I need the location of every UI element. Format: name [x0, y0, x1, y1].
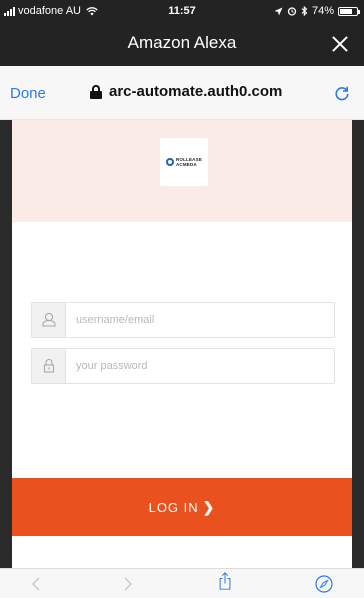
password-icon-cell [32, 349, 66, 383]
safari-compass-icon[interactable] [315, 575, 333, 593]
password-input[interactable] [76, 349, 326, 383]
forward-icon[interactable] [118, 575, 136, 593]
status-bar: vodafone AU 11:57 74% [0, 0, 364, 22]
logo-text: ROLLEASE ACMEDA [176, 157, 202, 167]
done-button[interactable]: Done [10, 85, 46, 102]
username-input[interactable] [76, 303, 326, 337]
login-button-label: LOG IN [148, 499, 199, 515]
share-icon[interactable] [216, 572, 234, 590]
user-icon [42, 312, 56, 327]
web-content: ROLLEASE ACMEDA username/email LOG IN ❯ [12, 120, 352, 568]
address-bar[interactable]: arc-automate.auth0.com [90, 83, 282, 100]
url-text: arc-automate.auth0.com [109, 83, 283, 100]
padlock-icon [43, 359, 55, 373]
alarm-icon [287, 7, 297, 16]
back-icon[interactable] [28, 575, 46, 593]
bluetooth-icon [301, 6, 308, 16]
logo-line-2: ACMEDA [175, 162, 197, 167]
lock-icon [90, 84, 102, 99]
battery-percent: 74% [311, 5, 334, 17]
battery-fill [340, 8, 352, 14]
header-band: ROLLEASE ACMEDA [12, 120, 352, 222]
username-icon-cell [32, 303, 66, 337]
title-bar: Amazon Alexa [0, 22, 364, 66]
close-icon[interactable] [326, 30, 354, 58]
logo-mark: ROLLEASE ACMEDA [165, 157, 202, 167]
phone-frame: vodafone AU 11:57 74% Amazon Alexa Done … [0, 0, 364, 598]
company-logo: ROLLEASE ACMEDA [160, 138, 208, 186]
password-field [31, 348, 335, 384]
chevron-right-icon: ❯ [202, 498, 216, 515]
page-title: Amazon Alexa [127, 33, 237, 52]
username-field [31, 302, 335, 338]
browser-toolbar [0, 568, 364, 598]
login-button[interactable]: LOG IN ❯ [12, 478, 352, 536]
logo-ring-icon [165, 158, 174, 166]
reload-icon[interactable] [334, 85, 350, 101]
location-arrow-icon [274, 7, 283, 15]
battery-icon [338, 6, 360, 16]
status-right: 74% [274, 5, 360, 17]
browser-bar: Done arc-automate.auth0.com [0, 66, 364, 120]
